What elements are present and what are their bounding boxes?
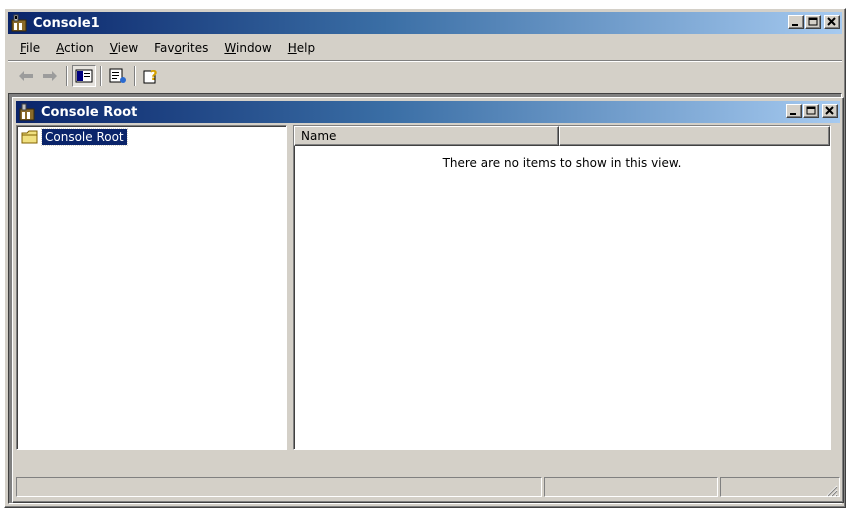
mmc-console-window: Console1 File Action View Favorites Wind… <box>4 8 846 508</box>
minimize-icon <box>792 24 798 26</box>
help-icon: ? <box>143 69 158 84</box>
empty-list-message: There are no items to show in this view. <box>442 156 682 170</box>
console-root-window: Console Root Console Root Name There are… <box>12 97 844 503</box>
menu-bar: File Action View Favorites Window Help <box>8 37 842 59</box>
menu-file[interactable]: File <box>12 41 48 55</box>
status-panel-main <box>16 477 542 497</box>
toolbar-separator <box>100 66 102 86</box>
close-icon <box>827 17 836 26</box>
menu-view[interactable]: View <box>102 41 146 55</box>
toolbar-separator <box>134 66 136 86</box>
maximize-button[interactable] <box>805 15 821 29</box>
toolbar: ? <box>8 63 842 89</box>
column-header-empty[interactable] <box>559 126 830 146</box>
console-tree-pane[interactable]: Console Root <box>16 125 287 450</box>
close-button[interactable] <box>824 15 840 29</box>
list-header: Name <box>294 126 830 146</box>
child-window-title: Console Root <box>41 104 138 120</box>
child-close-button[interactable] <box>822 104 838 118</box>
back-button[interactable] <box>14 65 38 87</box>
mmc-console-icon <box>19 103 35 121</box>
maximize-icon <box>806 106 816 115</box>
menu-help[interactable]: Help <box>280 41 323 55</box>
tree-node-console-root[interactable]: Console Root <box>21 128 128 146</box>
forward-arrow-icon <box>43 71 57 81</box>
status-bar <box>16 477 840 499</box>
resize-grip-icon[interactable] <box>824 483 838 497</box>
menu-window[interactable]: Window <box>216 41 279 55</box>
svg-text:?: ? <box>150 69 158 84</box>
maximize-icon <box>808 17 818 26</box>
toolbar-separator <box>66 66 68 86</box>
menu-favorites[interactable]: Favorites <box>146 41 216 55</box>
menu-action[interactable]: Action <box>48 41 102 55</box>
show-hide-tree-button[interactable] <box>72 65 96 87</box>
minimize-icon <box>790 113 796 115</box>
folder-icon <box>21 130 38 144</box>
close-icon <box>825 106 834 115</box>
minimize-button[interactable] <box>788 15 804 29</box>
export-list-icon <box>109 68 126 83</box>
back-arrow-icon <box>19 71 33 81</box>
help-button[interactable]: ? <box>140 65 164 87</box>
main-titlebar[interactable]: Console1 <box>8 12 842 34</box>
export-list-button[interactable] <box>106 65 130 87</box>
status-panel-right <box>720 477 840 497</box>
child-titlebar[interactable]: Console Root <box>16 101 840 123</box>
child-minimize-button[interactable] <box>786 104 802 118</box>
forward-button[interactable] <box>38 65 62 87</box>
mdi-client-area: Console Root Console Root Name There are… <box>8 93 844 504</box>
mmc-app-icon <box>11 14 27 32</box>
results-pane[interactable]: Name There are no items to show in this … <box>293 125 831 450</box>
column-header-name[interactable]: Name <box>294 126 559 146</box>
child-maximize-button[interactable] <box>803 104 819 118</box>
show-hide-console-tree-icon <box>75 69 93 83</box>
menu-toolbar-divider <box>8 60 842 62</box>
window-title: Console1 <box>33 15 100 31</box>
status-panel-middle <box>544 477 718 497</box>
tree-node-label: Console Root <box>41 128 128 146</box>
